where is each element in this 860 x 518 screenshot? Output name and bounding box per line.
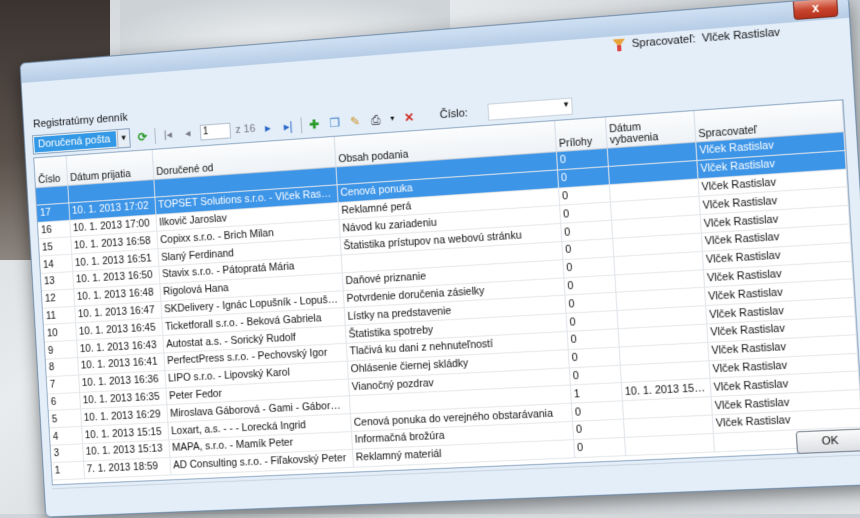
cell-datum: 7. 1. 2013 18:59 [83,457,171,479]
filter-icon[interactable] [611,39,626,52]
cell-cislo: 1 [51,461,85,480]
cell-cislo: 6 [47,392,81,411]
copy-icon[interactable]: ❐ [326,114,343,131]
chevron-down-icon[interactable]: ▾ [388,110,397,126]
folder-select-value: Doručená pošta [33,131,117,153]
cislo-select[interactable] [487,96,573,121]
cell-cislo: 4 [49,426,83,446]
refresh-icon[interactable]: ⟳ [134,129,150,146]
cell-cislo: 12 [41,288,75,308]
cell-prilohy: 0 [571,419,625,440]
cell-cislo: 3 [50,443,84,463]
cell-cislo: 7 [46,374,80,394]
registry-table: Číslo Dátum prijatia Doručené od Obsah p… [33,99,860,486]
delete-icon[interactable]: ✕ [401,109,418,126]
filter-value: Vlček Rastislav [701,26,781,45]
toolbar-separator [154,128,157,144]
dialog-window: x Spracovateľ: Vlček Rastislav Registrat… [19,0,860,518]
chevron-down-icon[interactable]: ▼ [116,129,130,148]
print-icon[interactable]: ⎙ [367,111,384,128]
last-page-icon[interactable]: ▸| [280,118,296,135]
toolbar-separator [300,117,303,134]
close-button[interactable]: x [792,0,839,21]
cell-cislo: 5 [48,409,82,429]
cell-cislo: 9 [44,340,78,360]
cell-cislo: 10 [43,323,77,343]
ok-button[interactable]: OK [795,428,860,455]
page-total: z 16 [235,122,256,137]
next-page-icon[interactable]: ▸ [260,119,276,136]
cell-vybavenie [624,433,714,456]
cell-cislo: 17 [36,202,70,223]
cell-prilohy: 0 [570,400,623,422]
cell-cislo: 14 [39,254,73,274]
column-header-cislo[interactable]: Číslo [34,156,68,188]
cell-cislo: 16 [37,219,71,240]
cell-cislo: 15 [38,237,72,257]
add-icon[interactable]: ✚ [306,116,322,133]
cell-cislo: 13 [40,271,74,291]
cell-cislo: 11 [42,305,76,325]
cell-prilohy: 0 [573,437,626,458]
first-page-icon[interactable]: |◂ [160,127,176,144]
page-number-input[interactable]: 1 [199,122,232,141]
edit-pencil-icon[interactable]: ✎ [347,113,364,130]
cislo-label: Číslo: [439,107,469,122]
cell-cislo: 8 [45,357,79,377]
column-header-prilohy[interactable]: Prílohy [554,117,607,152]
previous-page-icon[interactable]: ◂ [180,125,196,142]
filter-label: Spracovateľ: [631,33,697,51]
cell-cislo [35,185,69,205]
